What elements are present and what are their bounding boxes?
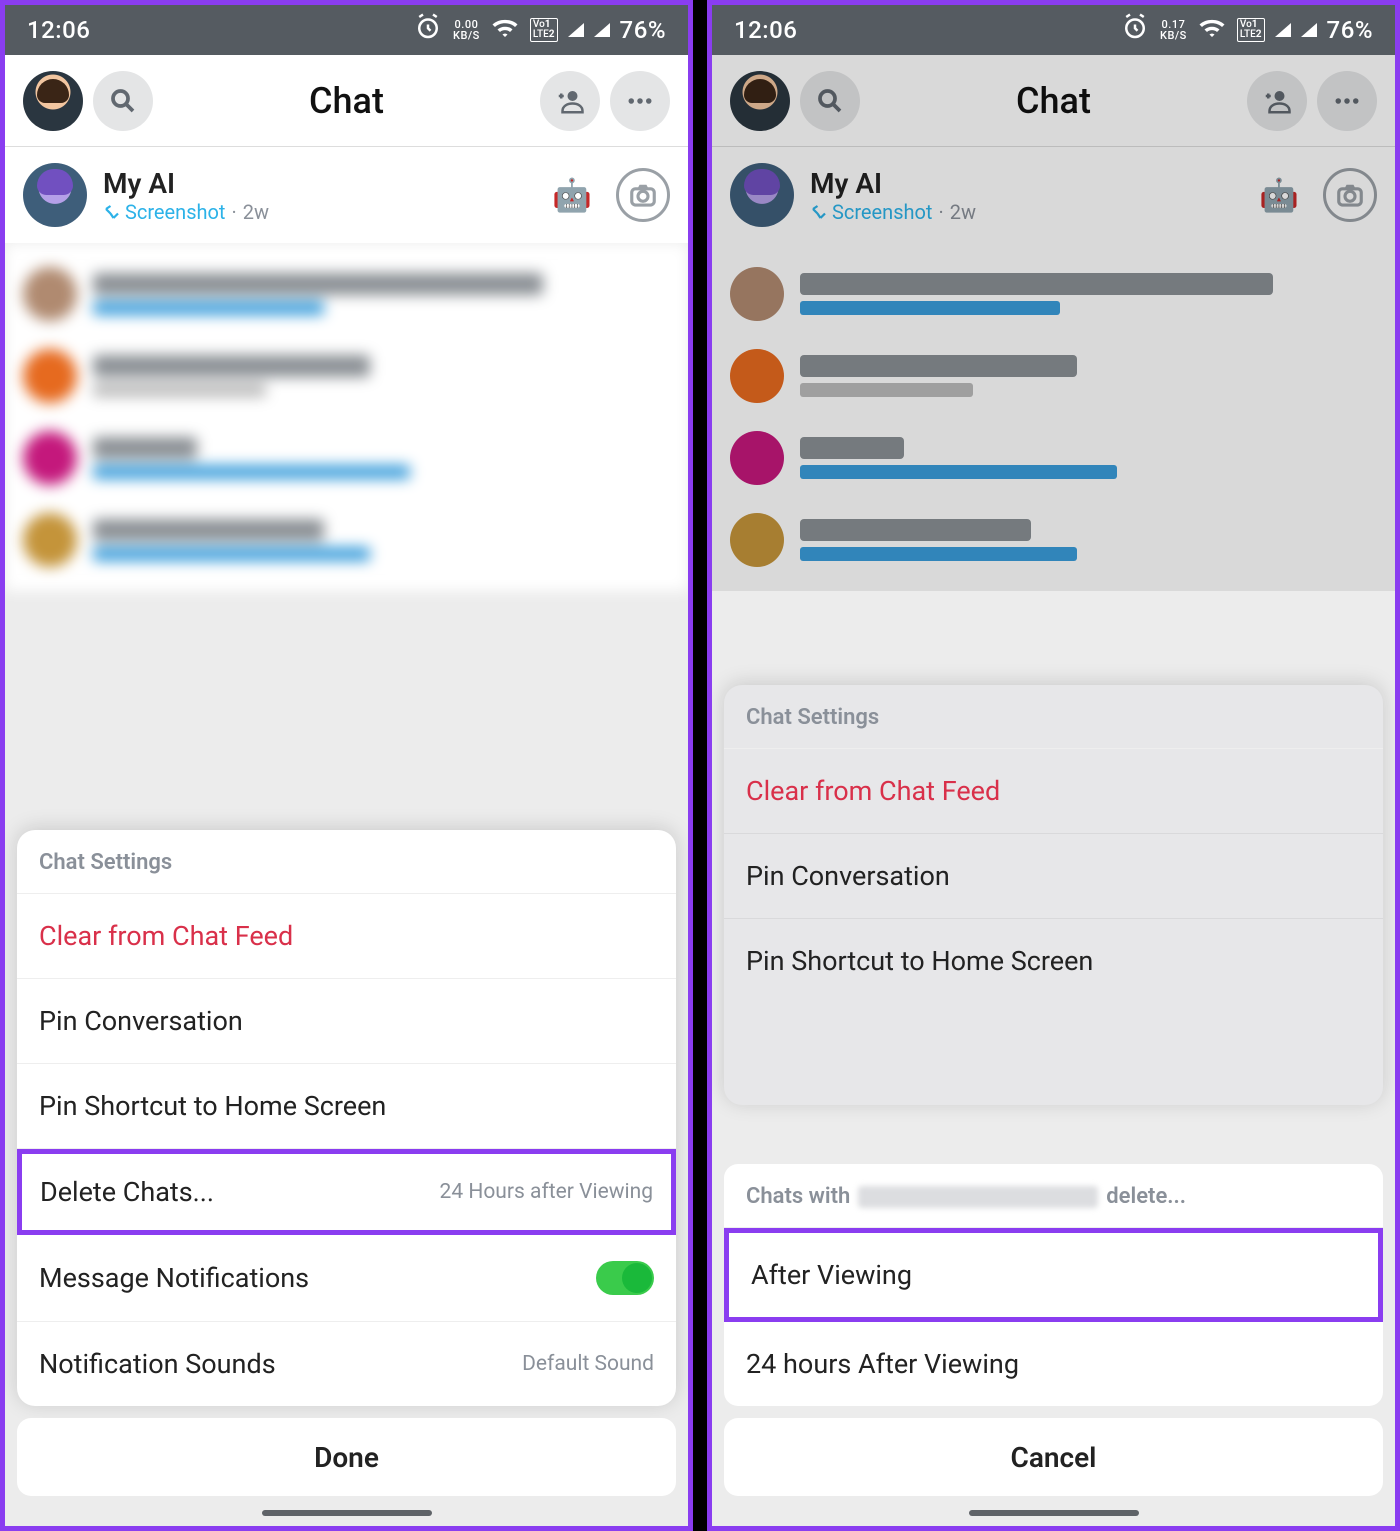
add-friend-icon [1262, 86, 1292, 116]
signal-1-icon [1275, 23, 1291, 37]
delete-chats[interactable]: Delete Chats... 24 Hours after Viewing [17, 1149, 676, 1235]
blurred-chat-list [5, 243, 688, 591]
signal-1-icon [568, 23, 584, 37]
profile-avatar[interactable] [23, 71, 83, 131]
volte-badge: Vo1LTE2 [530, 18, 558, 42]
status-right: 0.00KB/S Vo1LTE2 76% [413, 12, 666, 48]
battery-text: 76% [1327, 16, 1373, 44]
status-time: 12:06 [27, 16, 90, 44]
robot-icon: 🤖 [1259, 176, 1299, 214]
my-ai-avatar [730, 163, 794, 227]
chat-header: Chat [712, 55, 1395, 147]
sheet-title: Chat Settings [17, 830, 676, 894]
chat-subtitle: Screenshot · 2w [103, 200, 536, 224]
profile-avatar[interactable] [730, 71, 790, 131]
phone-screenshot-2: 12:06 0.17KB/S Vo1LTE2 76% Chat [707, 0, 1400, 1531]
battery-text: 76% [620, 16, 666, 44]
more-icon [625, 86, 655, 116]
search-button[interactable] [93, 71, 153, 131]
camera-icon [628, 180, 658, 210]
status-time: 12:06 [734, 16, 797, 44]
blurred-chat-list [712, 243, 1395, 591]
notification-sounds[interactable]: Notification Sounds Default Sound [17, 1322, 676, 1406]
camera-icon [1335, 180, 1365, 210]
data-rate-icon: 0.00KB/S [453, 19, 480, 41]
add-friend-icon [555, 86, 585, 116]
camera-button[interactable] [1323, 168, 1377, 222]
option-after-viewing[interactable]: After Viewing [724, 1228, 1383, 1322]
add-friend-button[interactable] [540, 71, 600, 131]
sheet-title: Chat Settings [724, 685, 1383, 749]
option-24-hours-after-viewing[interactable]: 24 hours After Viewing [724, 1322, 1383, 1406]
chat-settings-sheet-dimmed: Chat Settings Clear from Chat Feed Pin C… [724, 685, 1383, 1105]
camera-button[interactable] [616, 168, 670, 222]
done-button[interactable]: Done [17, 1418, 676, 1496]
delete-chats-value: 24 Hours after Viewing [440, 1180, 653, 1204]
alarm-icon [1120, 12, 1150, 48]
more-icon [1332, 86, 1362, 116]
chat-subtitle: Screenshot · 2w [810, 200, 1243, 224]
chat-row-my-ai[interactable]: My AI Screenshot · 2w 🤖 [712, 147, 1395, 243]
delete-options-title: Chats with delete... [724, 1164, 1383, 1228]
screenshot-indicator: Screenshot [103, 200, 225, 224]
notification-sounds-value: Default Sound [522, 1352, 654, 1376]
more-button[interactable] [610, 71, 670, 131]
phone-screenshot-1: 12:06 0.00KB/S Vo1LTE2 76% Chat [0, 0, 693, 1531]
pin-conversation[interactable]: Pin Conversation [17, 979, 676, 1064]
status-right: 0.17KB/S Vo1LTE2 76% [1120, 12, 1373, 48]
alarm-icon [413, 12, 443, 48]
nav-indicator [969, 1510, 1139, 1516]
delete-options-sheet: Chats with delete... After Viewing 24 ho… [724, 1164, 1383, 1406]
my-ai-avatar [23, 163, 87, 227]
chat-name: My AI [810, 167, 1243, 200]
search-button[interactable] [800, 71, 860, 131]
robot-icon: 🤖 [552, 176, 592, 214]
chat-settings-sheet: Chat Settings Clear from Chat Feed Pin C… [17, 830, 676, 1406]
pin-conversation: Pin Conversation [724, 834, 1383, 919]
pin-shortcut-home: Pin Shortcut to Home Screen [724, 919, 1383, 1003]
screenshot-indicator: Screenshot [810, 200, 932, 224]
chat-name: My AI [103, 167, 536, 200]
chat-row-my-ai[interactable]: My AI Screenshot · 2w 🤖 [5, 147, 688, 243]
wifi-icon [1197, 12, 1227, 48]
more-button[interactable] [1317, 71, 1377, 131]
signal-2-icon [1301, 23, 1317, 37]
cancel-button[interactable]: Cancel [724, 1418, 1383, 1496]
clear-from-chat-feed[interactable]: Clear from Chat Feed [17, 894, 676, 979]
redacted-name [858, 1186, 1098, 1208]
status-bar: 12:06 0.00KB/S Vo1LTE2 76% [5, 5, 688, 55]
search-icon [815, 86, 845, 116]
nav-indicator [262, 1510, 432, 1516]
volte-badge: Vo1LTE2 [1237, 18, 1265, 42]
notifications-toggle[interactable] [596, 1261, 654, 1295]
signal-2-icon [594, 23, 610, 37]
search-icon [108, 86, 138, 116]
chat-header: Chat [5, 55, 688, 147]
status-bar: 12:06 0.17KB/S Vo1LTE2 76% [712, 5, 1395, 55]
page-title: Chat [870, 80, 1237, 122]
pin-shortcut-home[interactable]: Pin Shortcut to Home Screen [17, 1064, 676, 1149]
message-notifications[interactable]: Message Notifications [17, 1235, 676, 1322]
clear-from-chat-feed: Clear from Chat Feed [724, 749, 1383, 834]
add-friend-button[interactable] [1247, 71, 1307, 131]
wifi-icon [490, 12, 520, 48]
page-title: Chat [163, 80, 530, 122]
data-rate-icon: 0.17KB/S [1160, 19, 1187, 41]
